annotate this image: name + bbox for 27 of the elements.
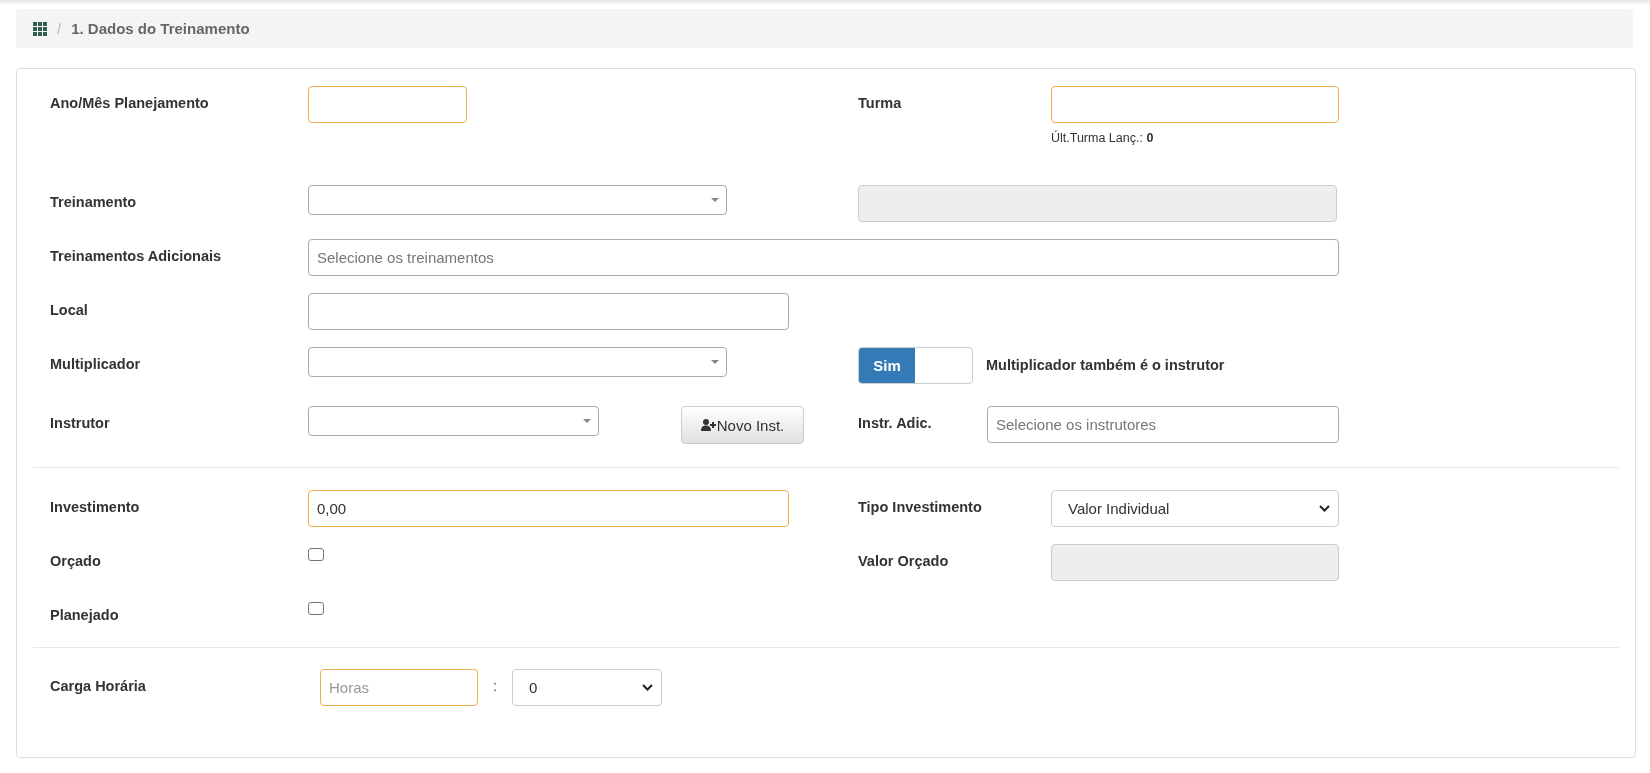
field-label: Turma	[858, 94, 903, 112]
new-instructor-button[interactable]: Novo Inst.	[681, 406, 804, 444]
field-label: Tipo Investimento	[858, 498, 983, 516]
select-field[interactable]: Valor Individual	[1051, 490, 1339, 527]
text-field[interactable]: 0,00	[308, 490, 789, 527]
breadcrumb-separator: /	[57, 20, 62, 37]
field-label: Ano/Mês Planejamento	[49, 94, 210, 112]
field-label: Planejado	[49, 606, 120, 624]
last-class-hint: Últ.Turma Lanç.: 0	[1051, 131, 1155, 145]
field-label: Local	[49, 301, 89, 319]
field-label: Carga Horária	[49, 677, 147, 695]
text-field[interactable]: Selecione os instrutores	[987, 406, 1339, 443]
field-label: Valor Orçado	[858, 552, 950, 570]
breadcrumb-title: 1. Dados do Treinamento	[71, 20, 250, 37]
toggle-label: Multiplicador também é o instrutor	[986, 356, 1225, 374]
time-separator: :	[491, 676, 499, 694]
field-label: Treinamentos Adicionais	[49, 247, 223, 265]
field-label: Multiplicador	[49, 355, 142, 373]
toggle-switch[interactable]: Sim	[858, 347, 973, 384]
text-field[interactable]: Selecione os treinamentos	[308, 239, 1339, 276]
field-label: Treinamento	[49, 193, 138, 211]
field-label: Orçado	[49, 552, 102, 570]
field-label: Instrutor	[49, 414, 111, 432]
select-field[interactable]: 0	[512, 669, 662, 706]
text-field[interactable]: Horas	[320, 669, 478, 706]
field-label: Investimento	[49, 498, 141, 516]
field-label: Instr. Adic.	[858, 414, 933, 432]
